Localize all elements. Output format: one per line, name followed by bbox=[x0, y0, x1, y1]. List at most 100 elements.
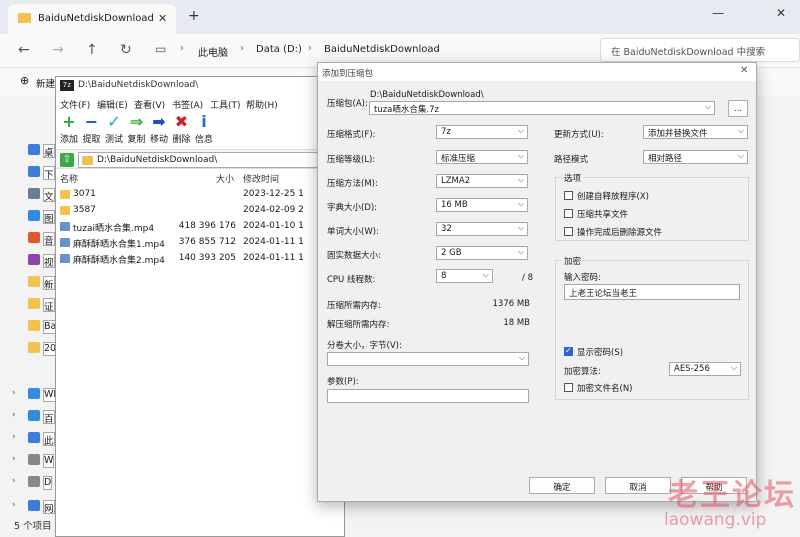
up-folder-icon[interactable]: ⇧ bbox=[60, 153, 74, 167]
chevron-right-icon[interactable]: › bbox=[12, 388, 16, 398]
file-row[interactable]: 麻酥酥晒水合集1.mp4 376 855 712 2024-01-11 1 bbox=[56, 235, 346, 251]
back-icon[interactable]: ← bbox=[18, 42, 30, 58]
sidebar-item[interactable]: › 网 bbox=[0, 496, 56, 518]
sidebar-item[interactable]: 20 bbox=[0, 338, 58, 360]
sidebar-item-icon bbox=[28, 166, 40, 177]
zfm-path-input[interactable]: D:\BaiduNetdiskDownload\ bbox=[78, 152, 344, 168]
ok-button[interactable]: 确定 bbox=[529, 477, 595, 494]
word-select[interactable]: 32 ⌵ bbox=[436, 222, 528, 236]
refresh-icon[interactable]: ↻ bbox=[120, 42, 132, 58]
cancel-button[interactable]: 取消 bbox=[605, 477, 671, 494]
toolbar-button[interactable]: ⇒ 复制 bbox=[126, 114, 148, 146]
browse-button[interactable]: ... bbox=[728, 100, 748, 117]
format-select[interactable]: 7z ⌵ bbox=[436, 125, 528, 139]
params-input[interactable] bbox=[327, 389, 529, 403]
toolbar-button[interactable]: + 添加 bbox=[58, 114, 80, 146]
sidebar-item[interactable]: › 此 bbox=[0, 428, 56, 450]
show-password-checkbox[interactable] bbox=[564, 346, 573, 356]
search-input[interactable]: 在 BaiduNetdiskDownload 中搜索 bbox=[600, 38, 800, 62]
forward-icon[interactable]: → bbox=[52, 42, 64, 58]
pathmode-select[interactable]: 相对路径 ⌵ bbox=[643, 150, 748, 164]
file-row[interactable]: 麻酥酥晒水合集2.mp4 140 393 205 2024-01-11 1 bbox=[56, 251, 346, 267]
threads-label: CPU 线程数: bbox=[327, 275, 376, 285]
sidebar-item[interactable]: 证 bbox=[0, 294, 56, 316]
update-select[interactable]: 添加并替换文件 ⌵ bbox=[643, 125, 748, 139]
mem-decomp-label: 解压缩所需内存: bbox=[327, 320, 390, 330]
sidebar-item[interactable]: 文 bbox=[0, 184, 56, 206]
chevron-right-icon[interactable]: › bbox=[12, 476, 16, 486]
chevron-right-icon[interactable]: › bbox=[12, 454, 16, 464]
file-row[interactable]: 3071 2023-12-25 1 bbox=[56, 187, 346, 203]
level-select[interactable]: 标准压缩 ⌵ bbox=[436, 150, 528, 164]
sidebar-item[interactable]: › WI bbox=[0, 384, 58, 406]
password-input[interactable]: 上老王论坛当老王 bbox=[564, 284, 740, 300]
solid-select[interactable]: 2 GB ⌵ bbox=[436, 246, 528, 260]
toolbar-icon: i bbox=[201, 112, 207, 131]
sidebar-item[interactable]: 视 bbox=[0, 250, 56, 272]
file-row[interactable]: tuzai晒水合集.mp4 418 396 176 2024-01-10 1 bbox=[56, 219, 346, 235]
split-select[interactable]: ⌵ bbox=[327, 352, 529, 366]
toolbar-label: 复制 bbox=[127, 135, 146, 145]
archive-name-combo[interactable]: tuza晒水合集.7z ⌵ bbox=[369, 101, 715, 115]
word-label: 单词大小(W): bbox=[327, 227, 379, 237]
delete-checkbox[interactable] bbox=[564, 227, 573, 236]
sidebar-item-icon bbox=[28, 254, 40, 265]
sidebar-item[interactable]: 新 bbox=[0, 272, 56, 294]
new-plus-icon[interactable]: ⊕ bbox=[20, 74, 29, 87]
chevron-right-icon[interactable]: › bbox=[12, 500, 16, 510]
sidebar-item-label: D bbox=[43, 476, 53, 490]
toolbar-button[interactable]: ✓ 测试 bbox=[103, 114, 125, 146]
sidebar-item[interactable]: 音 bbox=[0, 228, 56, 250]
shared-checkbox[interactable] bbox=[564, 209, 573, 218]
solid-label: 固实数据大小: bbox=[327, 251, 381, 261]
cancel-label: 取消 bbox=[629, 483, 647, 493]
method-label: 压缩方法(M): bbox=[327, 179, 378, 189]
video-file-icon bbox=[60, 222, 70, 231]
dict-select[interactable]: 16 MB ⌵ bbox=[436, 198, 528, 212]
sidebar-item-icon bbox=[28, 342, 40, 353]
toolbar-label: 信息 bbox=[194, 135, 213, 145]
sidebar-item[interactable]: › D bbox=[0, 472, 56, 494]
sfx-checkbox[interactable] bbox=[564, 191, 573, 200]
threads-select[interactable]: 8 ⌵ bbox=[436, 269, 493, 283]
breadcrumb-data-drive[interactable]: Data (D:) bbox=[256, 44, 302, 55]
enc-method-select[interactable]: AES-256 ⌵ bbox=[669, 362, 741, 376]
new-tab-icon[interactable]: + bbox=[188, 8, 200, 24]
sidebar-item[interactable]: 下 bbox=[0, 162, 56, 184]
sidebar-item[interactable]: 桌 bbox=[0, 140, 56, 162]
toolbar-button[interactable]: ➡ 移动 bbox=[148, 114, 170, 146]
breadcrumb-this-pc[interactable]: 此电脑 bbox=[198, 44, 228, 59]
toolbar-button[interactable]: ✖ 删除 bbox=[171, 114, 193, 146]
sidebar-item-icon bbox=[28, 454, 40, 465]
encrypt-names-checkbox[interactable] bbox=[564, 383, 573, 392]
chevron-right-icon[interactable]: › bbox=[12, 410, 16, 420]
chevron-right-icon: › bbox=[240, 43, 244, 54]
up-icon[interactable]: ↑ bbox=[86, 42, 98, 58]
breadcrumb-folder[interactable]: BaiduNetdiskDownload bbox=[324, 44, 440, 55]
close-tab-icon[interactable]: ✕ bbox=[158, 12, 167, 25]
watermark-title: 老王论坛 bbox=[668, 478, 796, 513]
close-icon[interactable]: ✕ bbox=[740, 65, 748, 76]
method-select[interactable]: LZMA2 ⌵ bbox=[436, 174, 528, 188]
close-window-icon[interactable]: ✕ bbox=[776, 6, 786, 20]
sidebar-item[interactable]: 图 bbox=[0, 206, 56, 228]
encryption-group: 加密 输入密码: 上老王论坛当老王 显示密码(S) 加密算法: AES-256 ⌵… bbox=[555, 255, 749, 400]
sidebar-item-label: 文 bbox=[43, 188, 55, 203]
tab-baidunetdiskdownload[interactable]: BaiduNetdiskDownload ✕ bbox=[8, 4, 176, 34]
chevron-down-icon: ⌵ bbox=[482, 270, 489, 279]
toolbar-button[interactable]: − 提取 bbox=[81, 112, 103, 146]
file-row[interactable]: 3587 2024-02-09 2 bbox=[56, 203, 346, 219]
sidebar-item[interactable]: Ba bbox=[0, 316, 58, 338]
sidebar-item[interactable]: › W bbox=[0, 450, 56, 472]
new-button[interactable]: 新建 bbox=[36, 76, 55, 90]
delete-label: 操作完成后删除源文件 bbox=[577, 228, 663, 238]
col-name[interactable]: 名称 bbox=[60, 172, 78, 185]
chevron-right-icon[interactable]: › bbox=[12, 432, 16, 442]
col-size[interactable]: 大小 bbox=[216, 172, 234, 185]
toolbar-button[interactable]: i 信息 bbox=[193, 112, 215, 146]
chevron-right-icon: › bbox=[308, 43, 312, 54]
minimize-icon[interactable]: — bbox=[712, 6, 724, 20]
toolbar-icon: − bbox=[84, 112, 99, 131]
sidebar-item[interactable]: › 百 bbox=[0, 406, 56, 428]
col-modified[interactable]: 修改时间 bbox=[243, 172, 279, 185]
